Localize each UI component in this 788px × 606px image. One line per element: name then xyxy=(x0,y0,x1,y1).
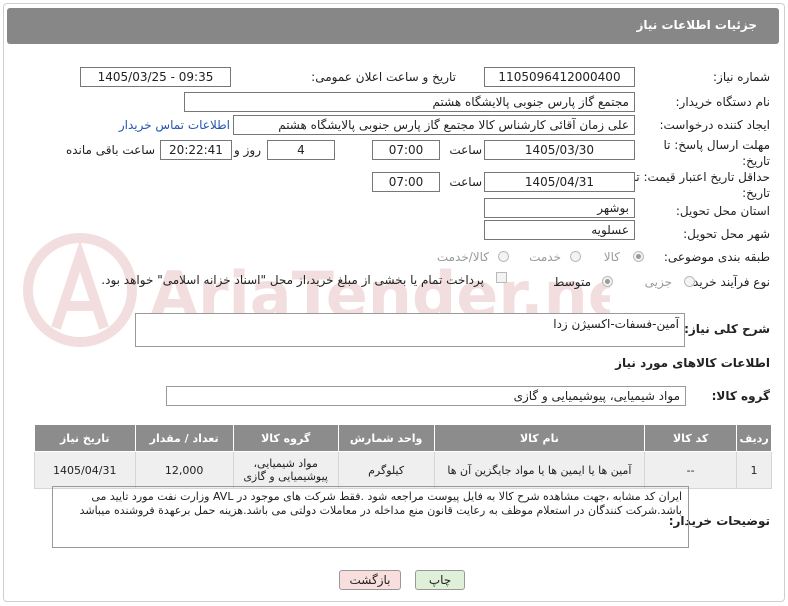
validity-time-field: 07:00 xyxy=(372,172,440,192)
goods-info-title: اطلاعات کالاهای مورد نیاز xyxy=(615,356,770,370)
page-title: جزئیات اطلاعات نیاز xyxy=(636,18,757,32)
remaining-time-field: 20:22:41 xyxy=(160,140,232,160)
treasury-payment-note: پرداخت تمام یا بخشی از مبلغ خرید،از محل … xyxy=(101,273,484,287)
col-date-header: تاریخ نیاز xyxy=(34,424,136,452)
validity-label: حداقل تاریخ اعتبار قیمت: تا تاریخ: xyxy=(632,170,770,200)
cell-code: -- xyxy=(644,451,738,489)
cell-group: مواد شیمیایی، پیوشیمیایی و گازی xyxy=(232,451,339,489)
table-row: 1 -- آمین ها یا ایمین ها یا مواد جایگزین… xyxy=(34,451,772,489)
province-field: بوشهر xyxy=(484,198,635,218)
city-field: عسلویه xyxy=(484,220,635,240)
validity-time-label: ساعت xyxy=(449,175,482,189)
process-minor-label: جزیی xyxy=(644,275,672,289)
deadline-date-field: 1405/03/30 xyxy=(484,140,635,160)
category-goods-label: کالا xyxy=(603,250,620,264)
buyer-contact-link[interactable]: اطلاعات تماس خریدار xyxy=(119,118,230,132)
table-header-row: ردیف کد کالا نام کالا واحد شمارش گروه کا… xyxy=(34,424,772,452)
announce-label: تاریخ و ساعت اعلان عمومی: xyxy=(311,70,456,84)
process-minor-radio[interactable] xyxy=(684,276,695,287)
category-both-radio[interactable] xyxy=(498,251,509,262)
need-number-label: شماره نیاز: xyxy=(713,70,770,84)
city-label: شهر محل تحویل: xyxy=(683,227,770,241)
creator-field: علی زمان آقائی کارشناس کالا مجتمع گاز پا… xyxy=(233,115,635,135)
need-number-field: 1105096412000400 xyxy=(484,67,635,87)
cell-row: 1 xyxy=(736,451,772,489)
goods-group-field: مواد شیمیایی، پیوشیمیایی و گازی xyxy=(166,386,686,406)
col-name-header: نام کالا xyxy=(433,424,646,452)
buyer-org-label: نام دستگاه خریدار: xyxy=(675,95,771,109)
col-code-header: کد کالا xyxy=(644,424,738,452)
process-medium-radio[interactable] xyxy=(602,276,613,287)
description-field: آمین-فسفات-اکسیژن زدا xyxy=(135,313,685,347)
category-goods-radio[interactable] xyxy=(633,251,644,262)
province-label: استان محل تحویل: xyxy=(675,204,770,218)
print-button[interactable]: چاپ xyxy=(415,570,465,590)
col-quantity-header: تعداد / مقدار xyxy=(134,424,234,452)
goods-group-label: گروه کالا: xyxy=(711,389,770,403)
treasury-payment-checkbox[interactable] xyxy=(496,272,507,283)
col-group-header: گروه کالا xyxy=(232,424,339,452)
announce-field: 1405/03/25 - 09:35 xyxy=(80,67,231,87)
remaining-time-label: ساعت باقی مانده xyxy=(65,143,155,157)
category-both-label: کالا/خدمت xyxy=(436,250,489,264)
page-header: جزئیات اطلاعات نیاز xyxy=(7,8,779,44)
goods-table: ردیف کد کالا نام کالا واحد شمارش گروه کا… xyxy=(34,424,772,489)
deadline-days-field: 4 xyxy=(267,140,335,160)
process-medium-label: متوسط xyxy=(553,275,591,289)
category-service-label: خدمت xyxy=(529,250,561,264)
cell-unit: کیلوگرم xyxy=(337,451,435,489)
col-row-header: ردیف xyxy=(736,424,772,452)
category-service-radio[interactable] xyxy=(570,251,581,262)
deadline-days-label: روز و xyxy=(234,143,261,157)
buyer-notes-field: ایران کد مشابه ،جهت مشاهده شرح کالا به ف… xyxy=(52,486,689,548)
creator-label: ایجاد کننده درخواست: xyxy=(659,118,770,132)
process-label: نوع فرآیند خرید : xyxy=(685,275,770,289)
deadline-time-field: 07:00 xyxy=(372,140,440,160)
category-label: طبقه بندی موضوعی: xyxy=(663,250,770,264)
cell-date: 1405/04/31 xyxy=(34,451,136,489)
cell-quantity: 12,000 xyxy=(134,451,234,489)
validity-date-field: 1405/04/31 xyxy=(484,172,635,192)
description-label: شرح کلی نیاز: xyxy=(684,322,770,336)
buyer-org-field: مجتمع گاز پارس جنوبی پالایشگاه هشتم xyxy=(184,92,635,112)
col-unit-header: واحد شمارش xyxy=(337,424,435,452)
cell-name: آمین ها یا ایمین ها یا مواد جایگزین آن ه… xyxy=(433,451,646,489)
deadline-time-label: ساعت xyxy=(449,143,482,157)
deadline-label: مهلت ارسال پاسخ: تا تاریخ: xyxy=(663,138,770,168)
back-button[interactable]: بازگشت xyxy=(339,570,401,590)
